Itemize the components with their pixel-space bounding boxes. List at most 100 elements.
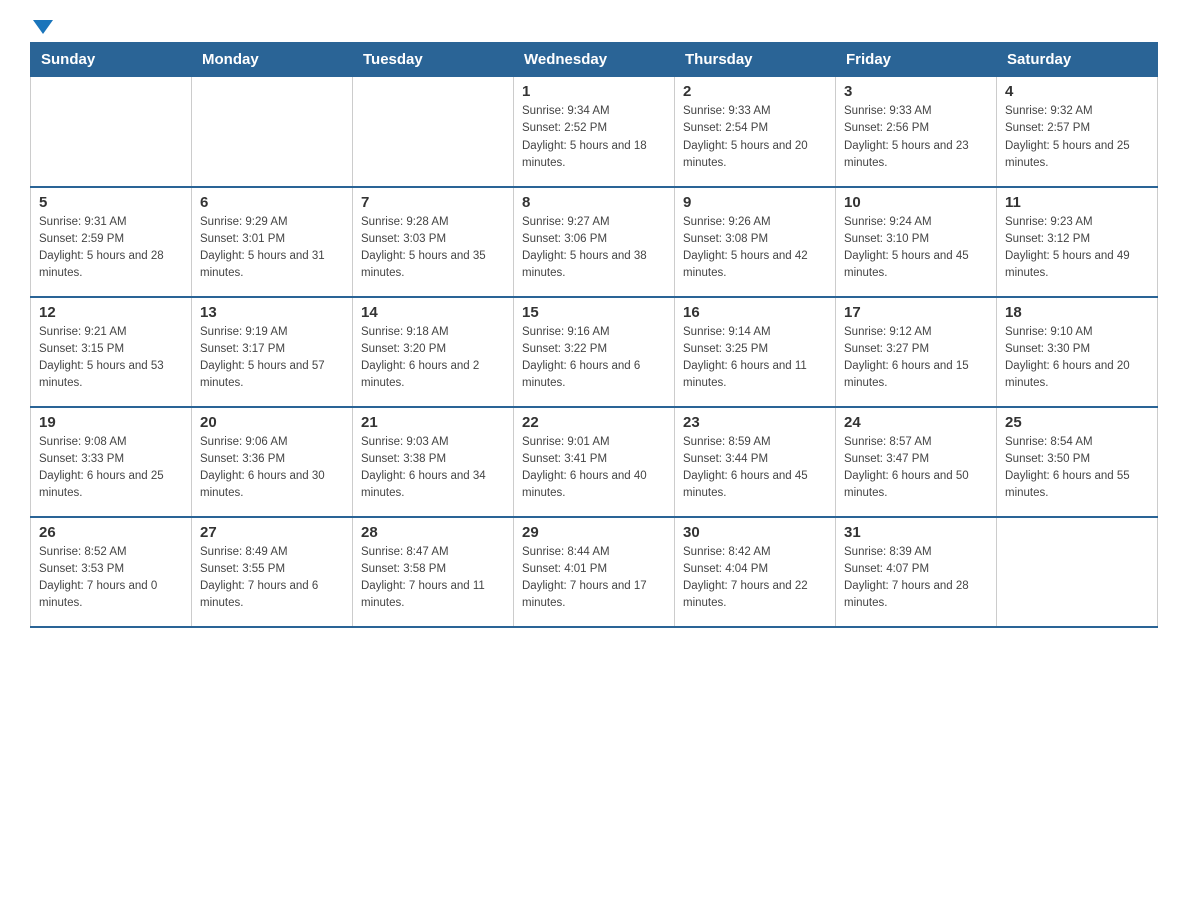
calendar-cell: 17 Sunrise: 9:12 AMSunset: 3:27 PMDayligh… [836,297,997,407]
column-header-thursday: Thursday [675,43,836,77]
day-info: Sunrise: 9:29 AMSunset: 3:01 PMDaylight:… [200,214,344,283]
calendar-week-row: 12 Sunrise: 9:21 AMSunset: 3:15 PMDayligh… [31,297,1158,407]
calendar-cell: 26 Sunrise: 8:52 AMSunset: 3:53 PMDayligh… [31,517,192,627]
calendar-cell: 9Sunrise: 9:26 AMSunset: 3:08 PMDaylight… [675,187,836,297]
day-info: Sunrise: 8:44 AMSunset: 4:01 PMDaylight:… [522,544,666,613]
day-info: Sunrise: 8:39 AMSunset: 4:07 PMDaylight:… [844,544,988,613]
calendar-week-row: 5 Sunrise: 9:31 AMSunset: 2:59 PMDaylight… [31,187,1158,297]
page-header [30,20,1158,32]
calendar-cell: 27Sunrise: 8:49 AMSunset: 3:55 PMDayligh… [192,517,353,627]
day-number: 11 [1005,194,1149,211]
day-info: Sunrise: 8:52 AMSunset: 3:53 PMDaylight:… [39,544,183,613]
day-info: Sunrise: 8:54 AMSunset: 3:50 PMDaylight:… [1005,434,1149,503]
day-number: 17 [844,304,988,321]
day-info: Sunrise: 9:23 AMSunset: 3:12 PMDaylight:… [1005,214,1149,283]
day-number: 29 [522,524,666,541]
calendar-table: SundayMondayTuesdayWednesdayThursdayFrid… [30,42,1158,628]
column-header-sunday: Sunday [31,43,192,77]
calendar-cell: 19 Sunrise: 9:08 AMSunset: 3:33 PMDayligh… [31,407,192,517]
calendar-cell: 5 Sunrise: 9:31 AMSunset: 2:59 PMDaylight… [31,187,192,297]
day-info: Sunrise: 9:27 AMSunset: 3:06 PMDaylight:… [522,214,666,283]
day-info: Sunrise: 9:08 AMSunset: 3:33 PMDaylight:… [39,434,183,503]
day-info: Sunrise: 9:16 AMSunset: 3:22 PMDaylight:… [522,324,666,393]
day-number: 3 [844,83,988,100]
calendar-cell: 3Sunrise: 9:33 AMSunset: 2:56 PMDaylight… [836,77,997,187]
column-header-tuesday: Tuesday [353,43,514,77]
calendar-cell: 16Sunrise: 9:14 AMSunset: 3:25 PMDayligh… [675,297,836,407]
day-info: Sunrise: 9:33 AMSunset: 2:54 PMDaylight:… [683,103,827,172]
calendar-cell: 18 Sunrise: 9:10 AMSunset: 3:30 PMDayligh… [997,297,1158,407]
day-number: 22 [522,414,666,431]
calendar-cell [997,517,1158,627]
day-info: Sunrise: 8:47 AMSunset: 3:58 PMDaylight:… [361,544,505,613]
day-number: 7 [361,194,505,211]
day-number: 12 [39,304,183,321]
calendar-week-row: 26 Sunrise: 8:52 AMSunset: 3:53 PMDayligh… [31,517,1158,627]
day-info: Sunrise: 9:28 AMSunset: 3:03 PMDaylight:… [361,214,505,283]
column-header-saturday: Saturday [997,43,1158,77]
day-number: 8 [522,194,666,211]
calendar-cell: 28 Sunrise: 8:47 AMSunset: 3:58 PMDayligh… [353,517,514,627]
column-header-friday: Friday [836,43,997,77]
day-number: 1 [522,83,666,100]
day-number: 21 [361,414,505,431]
logo-triangle-icon [33,20,53,34]
day-number: 16 [683,304,827,321]
day-number: 10 [844,194,988,211]
calendar-cell: 31Sunrise: 8:39 AMSunset: 4:07 PMDayligh… [836,517,997,627]
day-number: 4 [1005,83,1149,100]
day-number: 6 [200,194,344,211]
day-info: Sunrise: 9:03 AMSunset: 3:38 PMDaylight:… [361,434,505,503]
calendar-cell: 20Sunrise: 9:06 AMSunset: 3:36 PMDayligh… [192,407,353,517]
column-header-monday: Monday [192,43,353,77]
day-number: 13 [200,304,344,321]
day-number: 25 [1005,414,1149,431]
calendar-cell: 8 Sunrise: 9:27 AMSunset: 3:06 PMDaylight… [514,187,675,297]
calendar-cell [31,77,192,187]
day-number: 20 [200,414,344,431]
calendar-cell: 14 Sunrise: 9:18 AMSunset: 3:20 PMDayligh… [353,297,514,407]
day-number: 26 [39,524,183,541]
calendar-cell: 11 Sunrise: 9:23 AMSunset: 3:12 PMDayligh… [997,187,1158,297]
day-info: Sunrise: 9:31 AMSunset: 2:59 PMDaylight:… [39,214,183,283]
calendar-cell: 7 Sunrise: 9:28 AMSunset: 3:03 PMDaylight… [353,187,514,297]
day-number: 24 [844,414,988,431]
day-info: Sunrise: 9:26 AMSunset: 3:08 PMDaylight:… [683,214,827,283]
day-number: 5 [39,194,183,211]
day-info: Sunrise: 8:59 AMSunset: 3:44 PMDaylight:… [683,434,827,503]
day-info: Sunrise: 9:21 AMSunset: 3:15 PMDaylight:… [39,324,183,393]
calendar-week-row: 19 Sunrise: 9:08 AMSunset: 3:33 PMDayligh… [31,407,1158,517]
day-number: 14 [361,304,505,321]
calendar-cell: 6 Sunrise: 9:29 AMSunset: 3:01 PMDaylight… [192,187,353,297]
calendar-cell: 29 Sunrise: 8:44 AMSunset: 4:01 PMDayligh… [514,517,675,627]
day-info: Sunrise: 9:01 AMSunset: 3:41 PMDaylight:… [522,434,666,503]
day-info: Sunrise: 9:32 AMSunset: 2:57 PMDaylight:… [1005,103,1149,172]
day-info: Sunrise: 9:10 AMSunset: 3:30 PMDaylight:… [1005,324,1149,393]
calendar-week-row: 1 Sunrise: 9:34 AMSunset: 2:52 PMDaylight… [31,77,1158,187]
day-info: Sunrise: 9:18 AMSunset: 3:20 PMDaylight:… [361,324,505,393]
day-number: 18 [1005,304,1149,321]
calendar-cell: 10 Sunrise: 9:24 AMSunset: 3:10 PMDayligh… [836,187,997,297]
calendar-cell: 4 Sunrise: 9:32 AMSunset: 2:57 PMDaylight… [997,77,1158,187]
day-number: 2 [683,83,827,100]
day-info: Sunrise: 9:19 AMSunset: 3:17 PMDaylight:… [200,324,344,393]
calendar-cell: 30 Sunrise: 8:42 AMSunset: 4:04 PMDayligh… [675,517,836,627]
day-number: 15 [522,304,666,321]
calendar-cell: 23Sunrise: 8:59 AMSunset: 3:44 PMDayligh… [675,407,836,517]
calendar-cell [353,77,514,187]
calendar-cell: 12 Sunrise: 9:21 AMSunset: 3:15 PMDayligh… [31,297,192,407]
day-number: 28 [361,524,505,541]
calendar-cell: 15 Sunrise: 9:16 AMSunset: 3:22 PMDayligh… [514,297,675,407]
day-info: Sunrise: 9:34 AMSunset: 2:52 PMDaylight:… [522,103,666,172]
day-info: Sunrise: 8:42 AMSunset: 4:04 PMDaylight:… [683,544,827,613]
calendar-cell: 24 Sunrise: 8:57 AMSunset: 3:47 PMDayligh… [836,407,997,517]
calendar-cell: 1 Sunrise: 9:34 AMSunset: 2:52 PMDaylight… [514,77,675,187]
calendar-cell: 25 Sunrise: 8:54 AMSunset: 3:50 PMDayligh… [997,407,1158,517]
column-header-wednesday: Wednesday [514,43,675,77]
logo [30,20,53,32]
day-number: 30 [683,524,827,541]
day-info: Sunrise: 9:24 AMSunset: 3:10 PMDaylight:… [844,214,988,283]
day-info: Sunrise: 8:57 AMSunset: 3:47 PMDaylight:… [844,434,988,503]
day-number: 19 [39,414,183,431]
day-info: Sunrise: 9:12 AMSunset: 3:27 PMDaylight:… [844,324,988,393]
